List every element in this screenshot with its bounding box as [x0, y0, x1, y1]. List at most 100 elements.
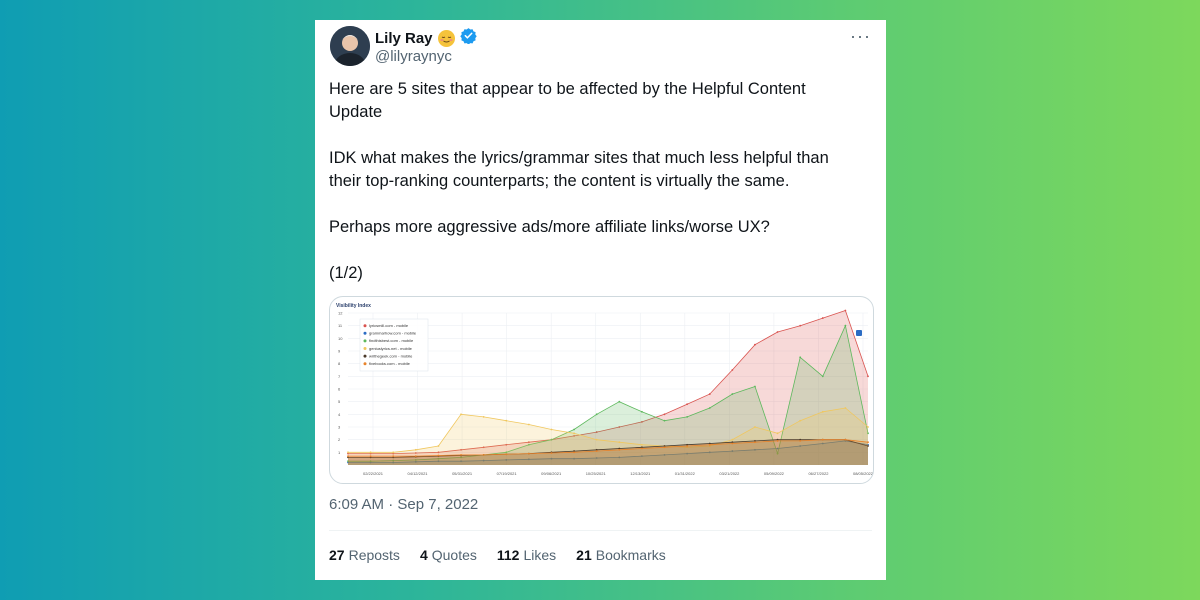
data-point	[663, 419, 666, 422]
data-point	[731, 393, 734, 395]
legend-marker	[363, 339, 367, 343]
data-point	[527, 452, 530, 455]
data-point	[731, 438, 734, 441]
x-tick-label: 02/22/2021	[363, 471, 384, 476]
data-point	[686, 445, 689, 447]
y-tick-label: 9	[338, 349, 341, 354]
data-point	[821, 410, 824, 413]
data-point	[505, 453, 508, 456]
data-point	[641, 447, 643, 450]
avatar-image	[330, 26, 370, 66]
x-tick-label: 09/06/2021	[541, 471, 562, 476]
data-point	[663, 413, 666, 416]
data-point	[708, 407, 711, 409]
legend-entry: grammarhow.com - mobile	[369, 331, 417, 336]
legend-entry: lyricsmill.com - mobile	[369, 323, 409, 328]
tweet-paragraph: (1/2)	[329, 264, 363, 282]
data-point	[641, 443, 643, 446]
y-tick-label: 7	[338, 374, 341, 379]
avatar[interactable]	[330, 26, 370, 66]
engagement-stats: 27 Reposts 4 Quotes 112 Likes 21 Bookmarks	[329, 547, 666, 563]
data-point	[347, 455, 349, 458]
data-point	[799, 356, 802, 359]
data-point	[867, 375, 869, 378]
data-point	[437, 454, 440, 457]
tweet-text: Here are 5 sites that appear to be affec…	[329, 78, 859, 308]
data-point	[821, 317, 824, 319]
data-point	[754, 385, 756, 388]
tweet-paragraph: Perhaps more aggressive ads/more affilia…	[329, 218, 770, 236]
legend-marker	[363, 347, 367, 350]
data-point	[573, 432, 575, 435]
data-point	[821, 375, 824, 378]
data-point	[482, 415, 485, 418]
data-point	[573, 428, 575, 431]
legend-entry: geniuslyrics.net - mobile	[369, 346, 413, 351]
y-tick-label: 8	[338, 361, 341, 366]
data-point	[550, 452, 553, 454]
legend-marker	[363, 331, 367, 335]
data-point	[867, 426, 869, 428]
data-point	[595, 450, 598, 452]
data-point	[754, 441, 756, 444]
data-point	[414, 455, 417, 458]
data-point	[437, 445, 440, 447]
data-point	[776, 331, 779, 333]
x-tick-label: 03/21/2022	[719, 471, 740, 476]
data-point	[754, 426, 756, 428]
data-point	[799, 440, 802, 442]
data-point	[686, 415, 689, 418]
y-tick-label: 1	[338, 450, 341, 455]
legend-entry: fivebooks.com - mobile	[369, 361, 411, 366]
data-point	[821, 438, 824, 441]
data-point	[844, 324, 847, 327]
data-point	[731, 442, 734, 445]
legend-entry: findthisbest.com - mobile	[369, 338, 414, 343]
data-point	[708, 393, 711, 395]
data-point	[754, 343, 756, 346]
data-point	[776, 432, 779, 435]
tweet-paragraph: IDK what makes the lyrics/grammar sites …	[329, 149, 829, 190]
y-tick-label: 12	[338, 311, 343, 316]
legend-marker	[363, 362, 367, 366]
verified-badge-icon	[459, 27, 477, 49]
data-point	[392, 451, 395, 454]
legend-entry: writhegeek.com - mobile	[369, 353, 413, 358]
y-tick-label: 4	[338, 412, 341, 417]
data-point	[595, 438, 598, 441]
data-point	[708, 443, 711, 446]
x-tick-label: 04/12/2021	[408, 471, 429, 476]
x-tick-label: 05/09/2022	[764, 471, 785, 476]
data-point	[573, 451, 575, 454]
data-point	[641, 410, 643, 413]
tweet-timestamp[interactable]: 6:09 AM · Sep 7, 2022	[329, 496, 478, 513]
data-point	[460, 453, 462, 456]
data-point	[618, 400, 621, 403]
data-point	[663, 446, 666, 449]
data-point	[527, 423, 530, 426]
author-name[interactable]: Lily Ray	[375, 30, 433, 47]
tweet-paragraph: Here are 5 sites that appear to be affec…	[329, 80, 806, 121]
divider	[329, 530, 872, 531]
data-point	[799, 324, 802, 327]
attached-chart-image[interactable]: Visibility Index 1 2 3 4 5 6 7 8 9 10 11 12 02/22/202…	[329, 296, 874, 484]
x-tick-label: 01/31/2022	[675, 471, 696, 476]
data-point	[844, 407, 847, 409]
data-point	[595, 413, 598, 416]
y-tick-label: 2	[338, 437, 341, 442]
data-point	[776, 440, 779, 442]
more-options-icon[interactable]: ···	[850, 26, 871, 47]
reposts-stat[interactable]: 27 Reposts	[329, 547, 400, 563]
data-point	[392, 455, 395, 458]
data-point	[369, 451, 372, 454]
x-tick-label: 08/05/2022	[853, 471, 873, 476]
data-point	[731, 369, 734, 371]
data-point	[618, 448, 621, 451]
x-tick-label: 07/19/2021	[497, 471, 518, 476]
bookmarks-stat[interactable]: 21 Bookmarks	[576, 547, 666, 563]
author-handle[interactable]: @lilyraynyc	[375, 48, 452, 65]
quotes-stat[interactable]: 4 Quotes	[420, 547, 477, 563]
data-point	[414, 448, 417, 451]
data-point	[799, 419, 802, 422]
likes-stat[interactable]: 112 Likes	[497, 547, 556, 563]
